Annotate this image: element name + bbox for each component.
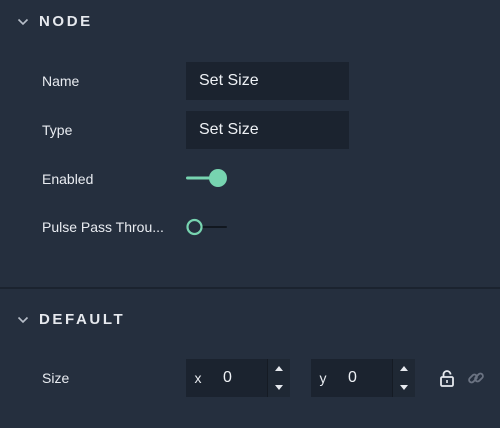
size-x-stepper — [267, 359, 290, 397]
name-field[interactable]: Set Size — [186, 62, 349, 100]
size-x-input[interactable]: x 0 — [186, 359, 290, 397]
section-title-default: DEFAULT — [39, 311, 126, 328]
caret-up-icon — [400, 366, 408, 371]
size-x-decrement-button[interactable] — [268, 378, 290, 397]
size-y-value[interactable]: 0 — [348, 359, 357, 397]
link-icon[interactable] — [467, 369, 485, 387]
chevron-down-icon[interactable] — [17, 316, 29, 324]
section-divider — [0, 287, 500, 289]
caret-up-icon — [275, 366, 283, 371]
size-x-increment-button[interactable] — [268, 359, 290, 378]
name-label: Name — [42, 73, 80, 89]
lock-open-icon[interactable] — [438, 369, 456, 387]
size-label: Size — [42, 370, 70, 386]
section-title-node: NODE — [39, 13, 93, 30]
size-x-value[interactable]: 0 — [223, 359, 232, 397]
enabled-label: Enabled — [42, 171, 94, 187]
section-header-node[interactable]: NODE — [0, 0, 500, 44]
size-y-decrement-button[interactable] — [393, 378, 415, 397]
y-axis-label: y — [319, 370, 327, 386]
pulse-pass-through-label: Pulse Pass Throu... — [42, 219, 164, 235]
x-axis-label: x — [194, 370, 202, 386]
enabled-toggle[interactable] — [186, 167, 230, 189]
size-y-increment-button[interactable] — [393, 359, 415, 378]
caret-down-icon — [400, 385, 408, 390]
chevron-down-icon[interactable] — [17, 18, 29, 26]
size-y-input[interactable]: y 0 — [311, 359, 415, 397]
type-label: Type — [42, 122, 73, 138]
section-header-default[interactable]: DEFAULT — [0, 298, 500, 342]
type-field[interactable]: Set Size — [186, 111, 349, 149]
size-y-stepper — [392, 359, 415, 397]
caret-down-icon — [275, 385, 283, 390]
pulse-pass-through-toggle[interactable] — [186, 216, 230, 238]
